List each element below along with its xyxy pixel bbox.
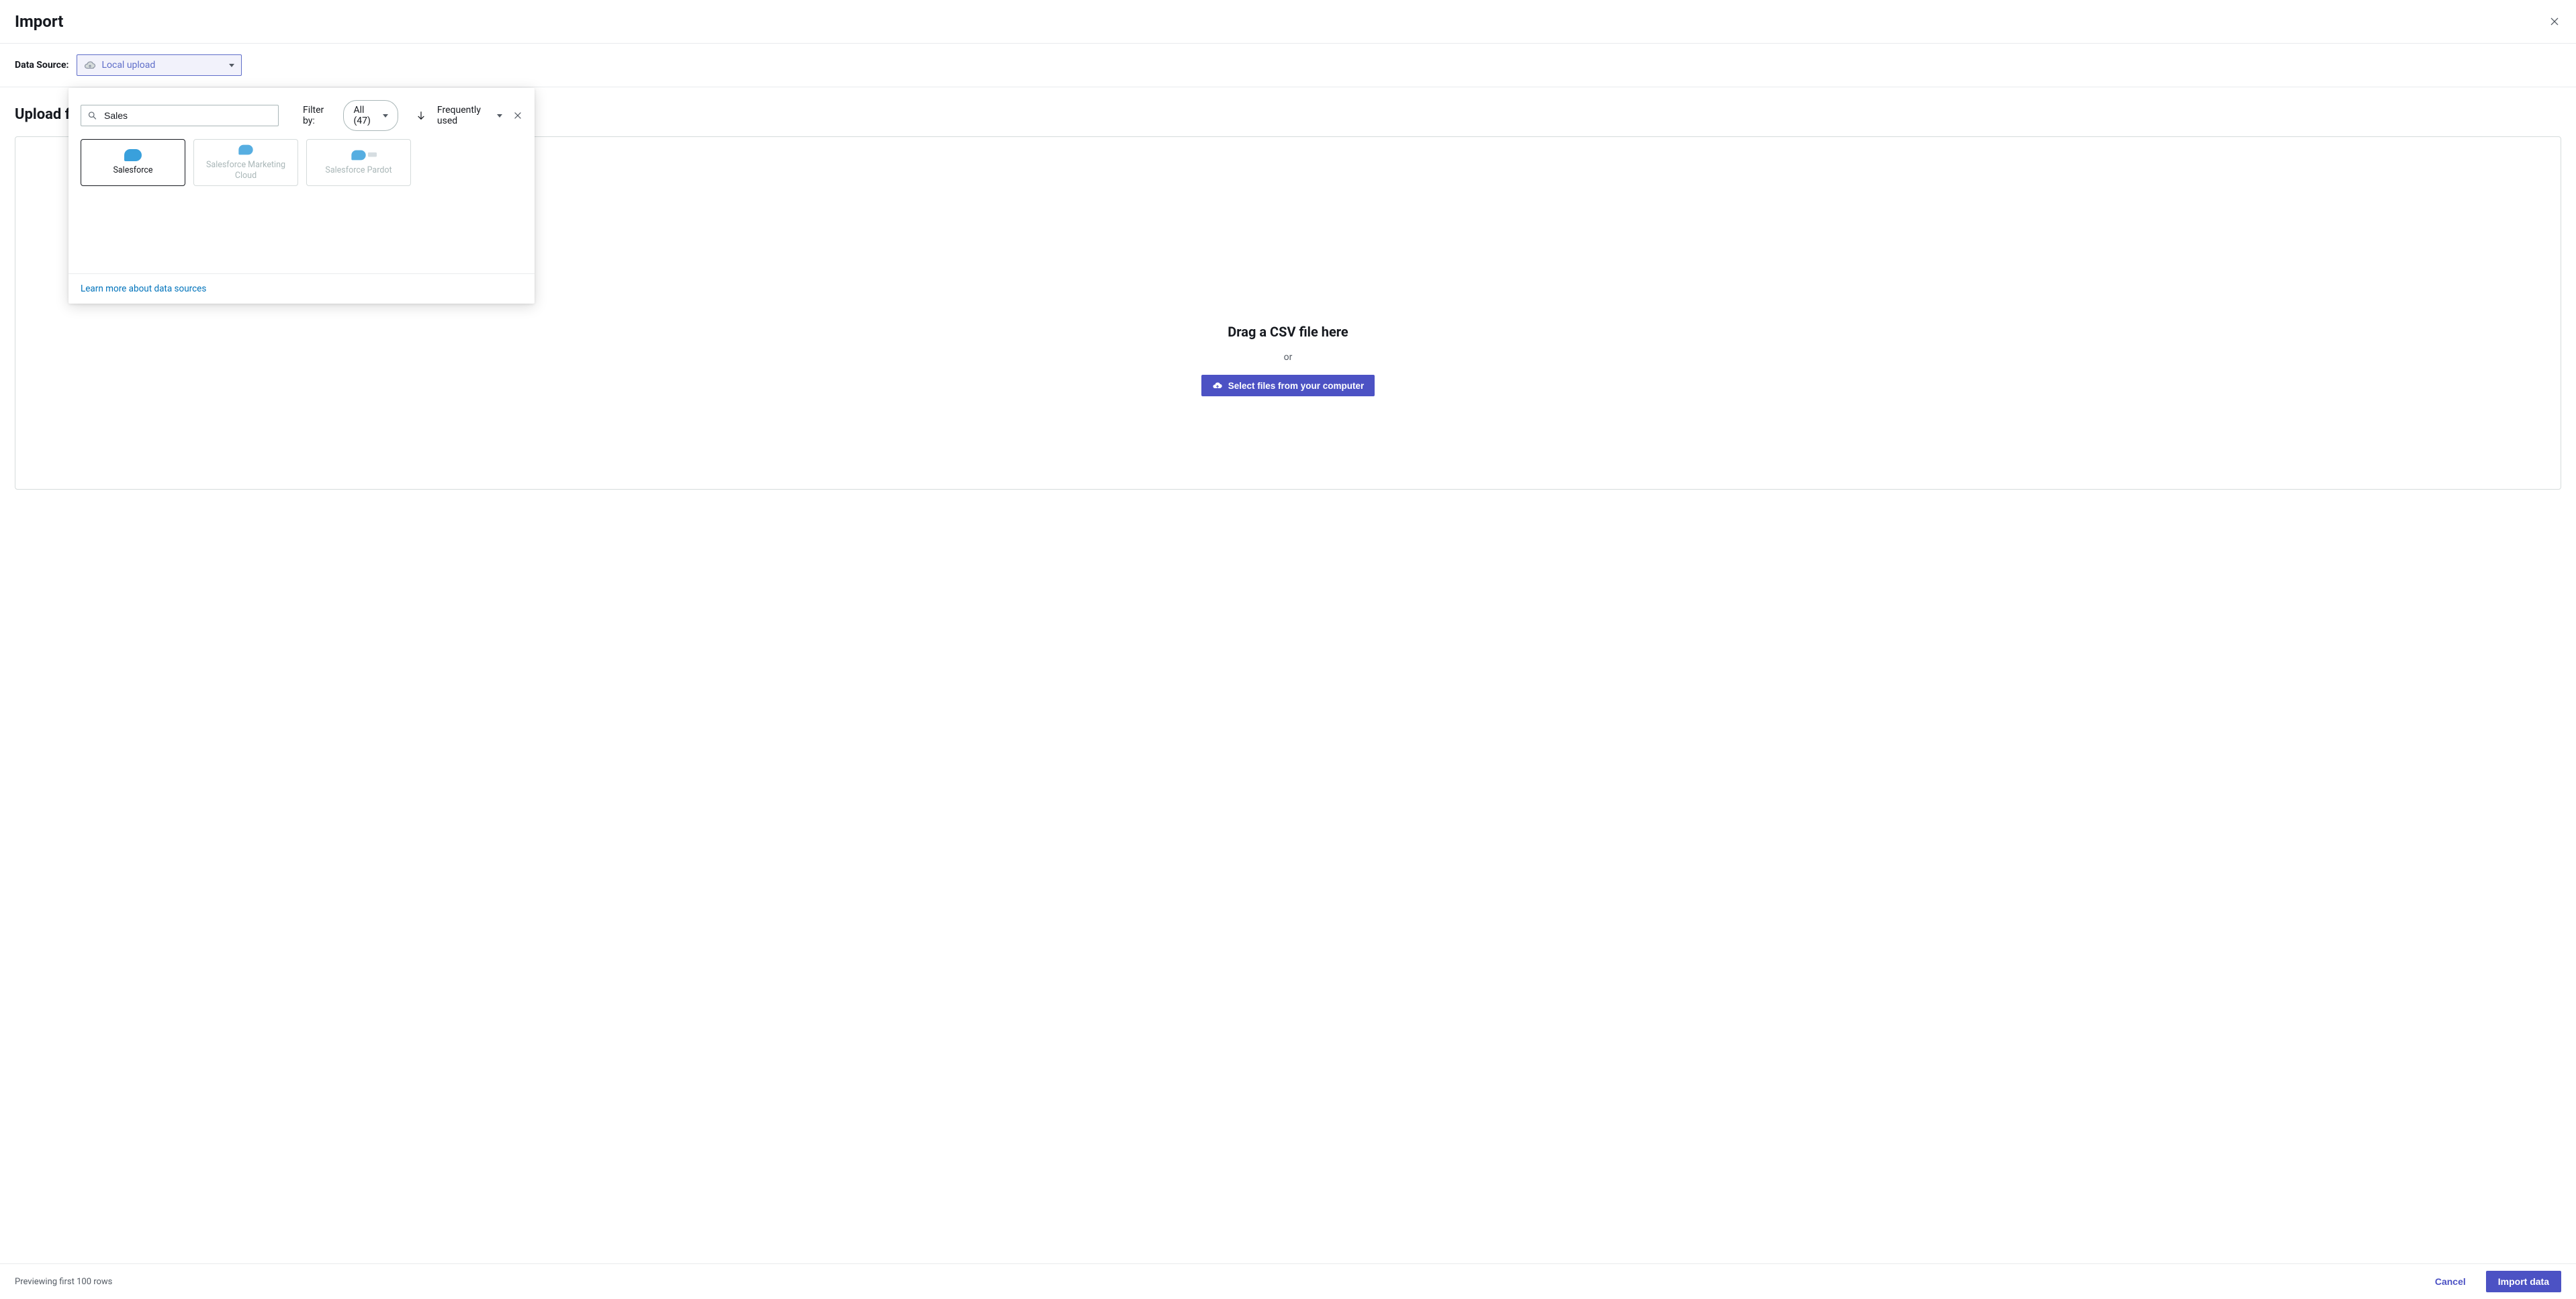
- cloud-upload-icon: [1212, 380, 1223, 391]
- chevron-down-icon: [229, 64, 234, 67]
- sort-direction-icon[interactable]: [416, 110, 426, 121]
- close-icon[interactable]: [2548, 15, 2561, 28]
- modal-header: Import: [0, 0, 2576, 44]
- filter-by-label: Filter by:: [303, 105, 332, 126]
- import-data-button[interactable]: Import data: [2486, 1271, 2561, 1292]
- chevron-down-icon: [497, 114, 502, 118]
- modal-title: Import: [15, 12, 63, 31]
- data-source-label: Data Source:: [15, 60, 68, 71]
- data-source-dropdown: Filter by: All (47) Frequently used Sale…: [68, 88, 535, 304]
- learn-more-link[interactable]: Learn more about data sources: [81, 283, 206, 294]
- source-card-label: Salesforce Marketing Cloud: [198, 160, 293, 181]
- source-card-salesforce-marketing-cloud[interactable]: Salesforce Marketing Cloud: [193, 139, 298, 186]
- source-card-salesforce[interactable]: Salesforce: [81, 139, 185, 186]
- cancel-button[interactable]: Cancel: [2426, 1271, 2475, 1292]
- modal-footer: Previewing first 100 rows Cancel Import …: [0, 1263, 2576, 1299]
- dropdown-footer: Learn more about data sources: [68, 273, 535, 304]
- source-card-label: Salesforce: [113, 165, 152, 176]
- source-card-label: Salesforce Pardot: [325, 165, 392, 176]
- salesforce-pardot-icon: [351, 150, 365, 161]
- or-label: or: [1284, 352, 1293, 363]
- filter-value: All (47): [353, 105, 377, 126]
- dropdown-close-icon[interactable]: [513, 110, 522, 121]
- dropdown-toolbar: Filter by: All (47) Frequently used: [68, 88, 535, 139]
- salesforce-icon: [124, 149, 142, 161]
- search-wrap: [81, 105, 279, 126]
- search-icon: [87, 111, 97, 121]
- search-input[interactable]: [81, 105, 279, 126]
- preview-note: Previewing first 100 rows: [15, 1277, 112, 1287]
- data-source-selected: Local upload: [101, 60, 155, 71]
- source-card-salesforce-pardot[interactable]: Salesforce Pardot: [306, 139, 411, 186]
- salesforce-marketing-cloud-icon: [238, 145, 252, 155]
- sort-value: Frequently used: [437, 105, 492, 126]
- source-card-grid: Salesforce Salesforce Marketing Cloud Sa…: [68, 139, 535, 273]
- select-files-button[interactable]: Select files from your computer: [1201, 375, 1375, 396]
- sort-select[interactable]: Frequently used: [437, 105, 502, 126]
- filter-select[interactable]: All (47): [343, 100, 398, 131]
- select-files-label: Select files from your computer: [1228, 381, 1365, 391]
- data-source-select[interactable]: Local upload: [77, 54, 242, 76]
- drag-label: Drag a CSV file here: [1228, 324, 1348, 340]
- cloud-upload-icon: [84, 59, 96, 71]
- chevron-down-icon: [383, 114, 388, 118]
- data-source-row: Data Source: Local upload Filter by: All…: [0, 44, 2576, 87]
